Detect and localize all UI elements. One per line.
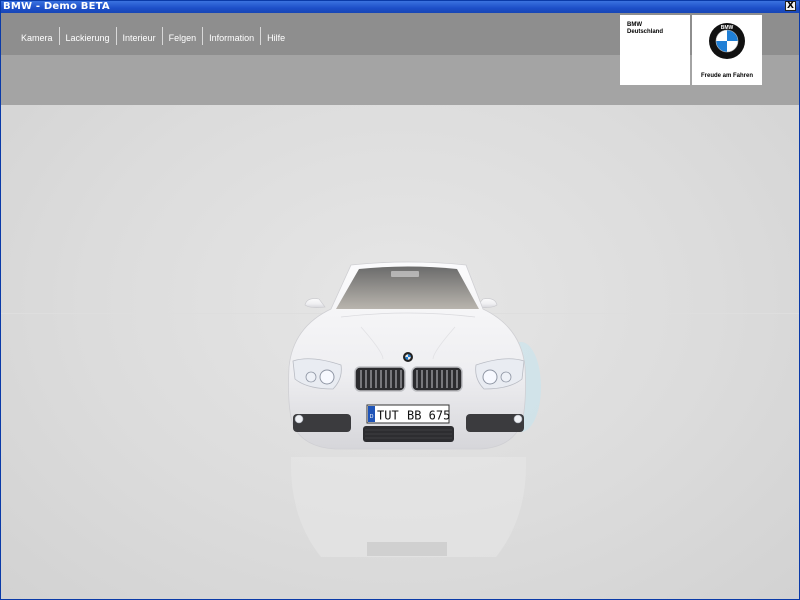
- close-icon: X: [787, 1, 794, 11]
- menu-item-kamera[interactable]: Kamera: [15, 27, 59, 45]
- plate-country: D: [370, 414, 374, 420]
- menu-item-information[interactable]: Information: [202, 27, 260, 45]
- dealer-country: Deutschland: [627, 29, 664, 35]
- close-button[interactable]: X: [785, 1, 796, 11]
- menu-item-hilfe[interactable]: Hilfe: [260, 27, 291, 45]
- app-window: BMW - Demo BETA X Kamera Lackierung Inte…: [0, 0, 800, 600]
- menu-item-interieur[interactable]: Interieur: [115, 27, 162, 45]
- bmw-logo-icon: BMW: [709, 23, 745, 59]
- slogan: Freude am Fahren: [700, 73, 753, 79]
- main-menu: Kamera Lackierung Interieur Felgen Infor…: [15, 27, 291, 45]
- logo-card: BMW Freude am Fahren: [692, 15, 762, 85]
- dealer-brand: BMW: [627, 22, 642, 28]
- window-title: BMW - Demo BETA: [3, 1, 110, 12]
- viewer-stage[interactable]: D TUT BB 675: [1, 105, 799, 599]
- plate-text-right: BB 675: [407, 409, 450, 423]
- car-reflection: [290, 457, 527, 557]
- logo-letters: BMW: [721, 25, 734, 31]
- dealer-card: BMW Deutschland: [620, 15, 690, 85]
- left-mirror: [304, 298, 326, 308]
- menu-item-lackierung[interactable]: Lackierung: [58, 27, 116, 45]
- title-bar[interactable]: BMW - Demo BETA X: [1, 1, 799, 13]
- menu-item-felgen[interactable]: Felgen: [161, 27, 203, 45]
- license-plate: D TUT BB 675: [366, 404, 450, 424]
- plate-text-left: TUT: [377, 409, 399, 423]
- car-3d-view[interactable]: D TUT BB 675: [271, 257, 546, 600]
